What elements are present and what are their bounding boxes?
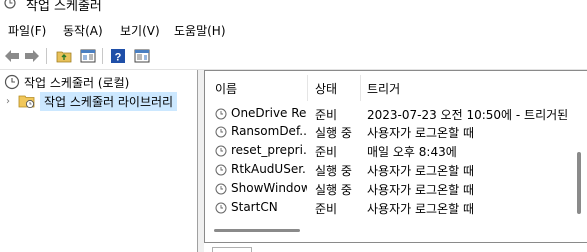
menu-bar: 파일(F) 동작(A) 보기(V) 도움말(H) [0,16,587,42]
task-status: 실행 중 [315,126,352,140]
column-header-status[interactable]: 상태 [315,75,337,101]
task-trigger: 매일 오후 8:43에 [367,145,457,159]
task-name: ShowWindow [231,181,307,195]
title-bar: 작업 스케줄러 [0,0,587,14]
column-header-trigger[interactable]: 트리거 [367,75,400,101]
clock-icon [215,145,227,157]
menu-file[interactable]: 파일(F) [8,22,46,39]
task-trigger: 사용자가 로그온할 때 [367,183,474,197]
task-status: 실행 중 [315,164,352,178]
task-status: 준비 [315,145,338,159]
clock-icon [215,202,227,214]
properties-pane-icon [134,49,150,63]
navigation-tree: 작업 스케줄러 (로컬) › 작업 스케줄러 라이브러리 [0,70,198,252]
show-hide-pane-icon [80,49,96,63]
table-row[interactable]: reset_prepri... 준비 매일 오후 8:43에 [205,141,585,161]
clock-icon [215,126,227,138]
column-header-name[interactable]: 이름 [215,75,237,101]
window-title: 작업 스케줄러 [26,0,102,14]
task-trigger: 사용자가 로그온할 때 [367,126,474,140]
clock-icon [215,183,227,195]
forward-button[interactable] [22,46,42,66]
tree-item-library[interactable]: › 작업 스케줄러 라이브러리 [6,91,178,111]
toolbar-separator [46,48,47,64]
column-divider[interactable] [307,75,308,101]
horizontal-scrollbar[interactable] [214,229,300,232]
svg-text:?: ? [115,52,122,64]
task-trigger: 2023-07-23 오전 10:50에 - 트리거된 [367,108,569,122]
chevron-right-icon[interactable]: › [6,96,18,107]
up-folder-button[interactable] [54,46,74,66]
toolbar-separator [102,48,103,64]
back-button[interactable] [2,46,22,66]
clock-icon [215,108,227,120]
task-trigger: 사용자가 로그온할 때 [367,164,474,178]
menu-help[interactable]: 도움말(H) [174,22,226,39]
show-hide-tree-button[interactable] [78,46,98,66]
task-details-pane [204,242,587,252]
clock-icon [215,164,227,176]
task-name: OneDrive Re... [231,106,307,120]
tree-item-label: 작업 스케줄러 라이브러리 [40,91,178,111]
menu-action[interactable]: 동작(A) [63,22,103,39]
help-button[interactable]: ? [108,46,128,66]
table-row[interactable]: StartCN 준비 사용자가 로그온할 때 [205,198,585,218]
task-status: 준비 [315,202,338,216]
table-row[interactable]: OneDrive Re... 준비 2023-07-23 오전 10:50에 -… [205,104,585,124]
folder-clock-icon [18,95,35,109]
back-arrow-icon [5,50,19,62]
clock-icon [4,0,16,9]
task-name: RtkAudUSer... [231,162,307,176]
tree-item-root[interactable]: 작업 스케줄러 (로컬) [4,73,129,91]
folder-up-icon [56,51,72,63]
table-row[interactable]: ShowWindow 실행 중 사용자가 로그온할 때 [205,179,585,199]
show-hide-action-pane-button[interactable] [132,46,152,66]
menu-view[interactable]: 보기(V) [120,22,160,39]
toolbar: ? [0,42,587,70]
task-name: reset_prepri... [231,143,307,157]
task-list-pane: 이름 상태 트리거 OneDrive Re... 준비 2023-07-23 오… [204,70,587,242]
clock-icon [4,74,20,90]
task-name: RansomDef... [231,124,307,138]
help-icon: ? [111,49,125,64]
table-row[interactable]: RansomDef... 실행 중 사용자가 로그온할 때 [205,122,585,142]
task-status: 준비 [315,108,338,122]
tree-item-label: 작업 스케줄러 (로컬) [24,75,130,90]
column-divider[interactable] [360,75,361,101]
tab-general[interactable] [212,247,252,252]
vertical-scrollbar[interactable] [577,152,581,214]
table-row[interactable]: RtkAudUSer... 실행 중 사용자가 로그온할 때 [205,160,585,180]
task-status: 실행 중 [315,183,352,197]
task-name: StartCN [231,200,278,214]
forward-arrow-icon [25,50,39,62]
task-trigger: 사용자가 로그온할 때 [367,202,474,216]
